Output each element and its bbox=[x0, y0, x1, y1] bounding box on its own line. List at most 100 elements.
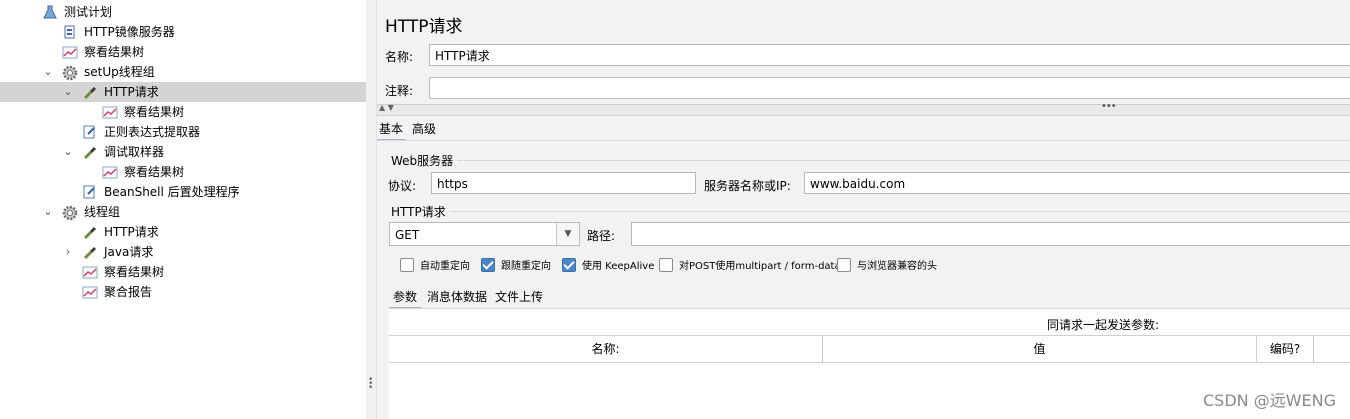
checkbox-label: 与浏览器兼容的头 bbox=[857, 261, 937, 272]
checkbox-box[interactable] bbox=[659, 258, 673, 272]
server-icon bbox=[62, 25, 78, 39]
tree-item-http-request[interactable]: HTTP请求 bbox=[0, 222, 366, 242]
tree-item-thread-group[interactable]: ⌄ 线程组 bbox=[0, 202, 366, 222]
tree-item-label: HTTP镜像服务器 bbox=[84, 25, 175, 39]
pipette-icon bbox=[82, 145, 98, 160]
server-name-field[interactable]: www.baidu.com bbox=[804, 172, 1350, 194]
tree-item-http-request-selected[interactable]: ⌄ HTTP请求 bbox=[0, 82, 366, 102]
pipette-icon bbox=[82, 85, 98, 100]
comment-label: 注释: bbox=[385, 84, 414, 98]
chart-icon bbox=[102, 105, 118, 119]
chart-icon bbox=[82, 265, 98, 279]
tree-item-label: 线程组 bbox=[84, 205, 121, 219]
method-dropdown[interactable]: GET ▼ bbox=[389, 222, 580, 246]
checkbox-label: 自动重定向 bbox=[420, 261, 470, 272]
tree-item-label: 察看结果树 bbox=[84, 45, 145, 59]
path-field[interactable] bbox=[631, 222, 1350, 246]
split-pane-divider[interactable] bbox=[366, 0, 377, 419]
method-value: GET bbox=[395, 228, 420, 242]
divider-grip-icon[interactable]: • • • bbox=[368, 376, 373, 393]
section-divider bbox=[457, 160, 1350, 161]
path-label: 路径: bbox=[587, 229, 616, 243]
web-server-section-label: Web服务器 bbox=[391, 154, 454, 168]
checkbox-box[interactable] bbox=[481, 258, 495, 272]
tab-body-data[interactable]: 消息体数据 bbox=[427, 288, 487, 306]
tree-item-label: setUp线程组 bbox=[84, 65, 155, 79]
tree-item-regex-extractor[interactable]: 正则表达式提取器 bbox=[0, 122, 366, 142]
gear-icon bbox=[62, 205, 78, 221]
extractor-icon bbox=[82, 125, 98, 139]
checkbox-follow-redirects[interactable]: 跟随重定向 bbox=[481, 258, 551, 272]
chevron-down-icon[interactable]: ⌄ bbox=[62, 82, 74, 102]
section-divider bbox=[451, 211, 1350, 212]
server-name-label: 服务器名称或IP: bbox=[704, 179, 791, 193]
comment-field[interactable] bbox=[429, 77, 1350, 99]
collapse-bar[interactable] bbox=[377, 104, 1350, 116]
tree-item-aggregate-report[interactable]: 聚合报告 bbox=[0, 282, 366, 302]
tree-item-setup-thread-group[interactable]: ⌄ setUp线程组 bbox=[0, 62, 366, 82]
tree-item-label: BeanShell 后置处理程序 bbox=[104, 185, 240, 199]
tab-advanced[interactable]: 高级 bbox=[412, 120, 436, 138]
checkbox-browser-compatible-headers[interactable]: 与浏览器兼容的头 bbox=[837, 258, 937, 272]
chevron-down-icon[interactable]: ▼ bbox=[556, 223, 579, 245]
checkbox-auto-redirect[interactable]: 自动重定向 bbox=[400, 258, 470, 272]
checkbox-label: 使用 KeepAlive bbox=[582, 261, 655, 272]
tab-parameters[interactable]: 参数 bbox=[393, 288, 417, 306]
column-header-name[interactable]: 名称: bbox=[389, 336, 823, 362]
protocol-field[interactable]: https bbox=[431, 172, 696, 194]
page-title: HTTP请求 bbox=[385, 17, 463, 37]
tree-item-label: 察看结果树 bbox=[124, 165, 185, 179]
name-field[interactable]: HTTP请求 bbox=[429, 44, 1350, 66]
chevron-down-icon[interactable]: ⌄ bbox=[42, 62, 54, 82]
watermark-text: CSDN @远WENG bbox=[1202, 391, 1336, 410]
extractor-icon bbox=[82, 185, 98, 199]
tree-item-view-results-tree[interactable]: 察看结果树 bbox=[0, 162, 366, 182]
tab-basic[interactable]: 基本 bbox=[379, 120, 403, 138]
checkbox-keepalive[interactable]: 使用 KeepAlive bbox=[562, 258, 654, 272]
checkbox-label: 跟随重定向 bbox=[501, 261, 551, 272]
checkbox-label: 对POST使用multipart / form-data bbox=[679, 261, 841, 272]
tree-item-http-mirror-server[interactable]: HTTP镜像服务器 bbox=[0, 22, 366, 42]
protocol-label: 协议: bbox=[388, 179, 417, 193]
http-request-editor: HTTP请求 名称: HTTP请求 注释: ▲ ▼ ••• 基本 高级 Web服… bbox=[377, 0, 1350, 419]
tree-item-label: 正则表达式提取器 bbox=[104, 125, 201, 139]
test-plan-tree[interactable]: 测试计划 HTTP镜像服务器 察看结果树 ⌄ setUp线程组 ⌄ HTTP请求 察看结果树正… bbox=[0, 0, 367, 419]
tree-item-debug-sampler[interactable]: ⌄ 调试取样器 bbox=[0, 142, 366, 162]
checkbox-box[interactable] bbox=[562, 258, 576, 272]
collapse-arrows-icon[interactable]: ▲ ▼ bbox=[379, 103, 394, 112]
tree-item-view-results-tree[interactable]: 察看结果树 bbox=[0, 102, 366, 122]
http-request-section-label: HTTP请求 bbox=[391, 205, 446, 219]
pipette-icon bbox=[82, 225, 98, 240]
name-label: 名称: bbox=[385, 50, 414, 64]
gear-icon bbox=[62, 65, 78, 81]
tree-item-java-request[interactable]: › Java请求 bbox=[0, 242, 366, 262]
params-caption: 同请求一起发送参数: bbox=[1047, 318, 1160, 332]
checkbox-box[interactable] bbox=[400, 258, 414, 272]
checkbox-multipart[interactable]: 对POST使用multipart / form-data bbox=[659, 258, 841, 272]
drag-handle-icon[interactable]: ••• bbox=[1101, 101, 1117, 112]
chart-icon bbox=[82, 285, 98, 299]
column-header-extra[interactable] bbox=[1314, 336, 1350, 362]
tree-item-view-results-tree[interactable]: 察看结果树 bbox=[0, 42, 366, 62]
tree-item-test-plan[interactable]: 测试计划 bbox=[0, 2, 366, 22]
column-header-value[interactable]: 值 bbox=[823, 336, 1257, 362]
pipette-icon bbox=[82, 245, 98, 260]
chevron-down-icon[interactable]: ⌄ bbox=[42, 202, 54, 222]
tree-item-label: 测试计划 bbox=[64, 5, 113, 19]
params-table-header: 名称: 值 编码? bbox=[389, 335, 1350, 363]
chevron-down-icon[interactable]: ⌄ bbox=[62, 142, 74, 162]
chart-icon bbox=[102, 165, 118, 179]
tab-divider bbox=[377, 140, 1350, 141]
chevron-right-icon[interactable]: › bbox=[62, 242, 74, 262]
tree-item-label: HTTP请求 bbox=[104, 85, 159, 99]
flask-icon bbox=[42, 5, 58, 19]
tree-item-label: 察看结果树 bbox=[124, 105, 185, 119]
tree-item-label: 察看结果树 bbox=[104, 265, 165, 279]
tree-item-label: Java请求 bbox=[104, 245, 154, 259]
checkbox-box[interactable] bbox=[837, 258, 851, 272]
tree-item-view-results-tree[interactable]: 察看结果树 bbox=[0, 262, 366, 282]
tab-files-upload[interactable]: 文件上传 bbox=[495, 288, 543, 306]
tree-item-beanshell-postprocessor[interactable]: BeanShell 后置处理程序 bbox=[0, 182, 366, 202]
tree-item-label: 调试取样器 bbox=[104, 145, 165, 159]
column-header-encode[interactable]: 编码? bbox=[1257, 336, 1314, 362]
